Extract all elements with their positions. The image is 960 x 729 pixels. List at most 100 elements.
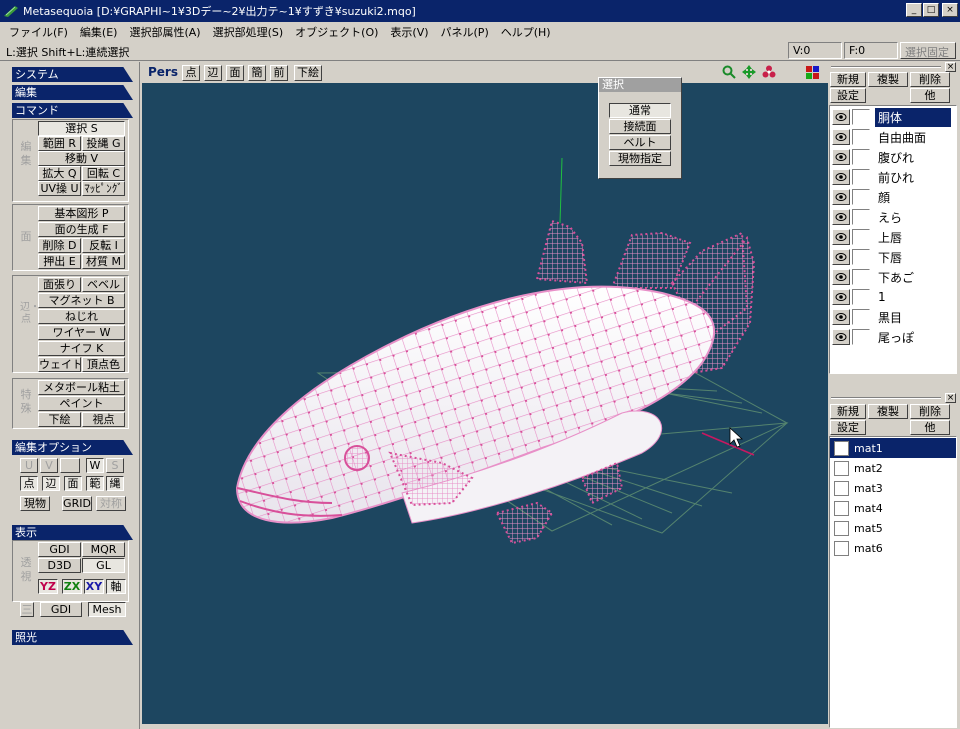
option-s-button[interactable]: S (106, 458, 124, 473)
object-row[interactable]: えら (830, 207, 956, 227)
object-panel-grip[interactable] (831, 66, 941, 68)
object-row[interactable]: 下あご (830, 267, 956, 287)
mesh-button[interactable]: Mesh (88, 602, 126, 617)
visibility-eye-icon[interactable] (832, 289, 850, 305)
gl-button[interactable]: GL (82, 558, 125, 573)
invert-button[interactable]: 反転 I (82, 238, 125, 253)
magnet-button[interactable]: マグネット B (38, 293, 125, 308)
material-other-button[interactable]: 他 (910, 420, 950, 435)
visibility-eye-icon[interactable] (832, 149, 850, 165)
edit-options-header[interactable]: 編集オプション (12, 440, 133, 455)
weight-button[interactable]: ウェイト (38, 357, 81, 372)
lock-toggle[interactable] (852, 149, 870, 165)
visibility-eye-icon[interactable] (832, 249, 850, 265)
yz-plane-button[interactable]: YZ (38, 579, 58, 594)
paint-button[interactable]: ペイント (38, 396, 125, 411)
system-header[interactable]: システム (12, 67, 133, 82)
lasso-button[interactable]: 投縄 G (82, 136, 125, 151)
object-row[interactable]: 顔 (830, 187, 956, 207)
object-duplicate-button[interactable]: 複製 (868, 72, 908, 87)
view-underlay-button[interactable]: 下絵 (294, 65, 322, 81)
option-v-button[interactable]: V (40, 458, 58, 473)
mqr-button[interactable]: MQR (82, 542, 125, 557)
lock-toggle[interactable] (852, 249, 870, 265)
select-button[interactable]: 選択 S (38, 121, 125, 136)
object-row[interactable]: 黒目 (830, 307, 956, 327)
lighting-header[interactable]: 照光 (12, 630, 133, 645)
menu-selection-process[interactable]: 選択部処理(S) (207, 24, 290, 40)
material-duplicate-button[interactable]: 複製 (868, 404, 908, 419)
material-row[interactable]: mat6 (830, 538, 956, 558)
option-w-button[interactable]: W (86, 458, 104, 473)
visibility-eye-icon[interactable] (832, 309, 850, 325)
face-generate-button[interactable]: 面の生成 F (38, 222, 125, 237)
visibility-eye-icon[interactable] (832, 329, 850, 345)
scale-button[interactable]: 拡大 Q (38, 166, 81, 181)
view-edge-button[interactable]: 辺 (204, 65, 222, 81)
lock-toggle[interactable] (852, 189, 870, 205)
visibility-eye-icon[interactable] (832, 209, 850, 225)
metaball-button[interactable]: メタボール粘土 (38, 380, 125, 395)
primitive-button[interactable]: 基本図形 P (38, 206, 125, 221)
option-blank-button[interactable] (60, 458, 80, 473)
material-row[interactable]: mat3 (830, 478, 956, 498)
rotate-button[interactable]: 回転 C (82, 166, 125, 181)
lock-toggle[interactable] (852, 209, 870, 225)
object-row[interactable]: 上唇 (830, 227, 956, 247)
object-row[interactable]: 腹びれ (830, 147, 956, 167)
rotate-view-icon[interactable] (762, 65, 776, 79)
menu-view[interactable]: 表示(V) (384, 24, 434, 40)
xy-plane-button[interactable]: XY (84, 579, 104, 594)
lock-toggle[interactable] (852, 309, 870, 325)
tri-view-button[interactable]: 三 (20, 602, 34, 617)
material-row[interactable]: mat5 (830, 518, 956, 538)
material-panel-close-icon[interactable]: × (945, 393, 956, 403)
3d-viewport[interactable] (142, 83, 828, 724)
metasequoia-app-icon[interactable] (3, 4, 19, 18)
material-row[interactable]: mat2 (830, 458, 956, 478)
view-face-button[interactable]: 面 (226, 65, 244, 81)
face-stretch-button[interactable]: 面張り (38, 277, 81, 292)
move-button[interactable]: 移動 V (38, 151, 125, 166)
select-lock-button[interactable]: 選択固定 (900, 42, 956, 59)
axis-button[interactable]: 軸 (106, 579, 126, 594)
lock-toggle[interactable] (852, 109, 870, 125)
visibility-eye-icon[interactable] (832, 189, 850, 205)
lock-toggle[interactable] (852, 129, 870, 145)
extrude-button[interactable]: 押出 E (38, 254, 81, 269)
bevel-button[interactable]: ベベル (82, 277, 125, 292)
menu-object[interactable]: オブジェクト(O) (289, 24, 384, 40)
view-point-button[interactable]: 点 (182, 65, 200, 81)
lock-toggle[interactable] (852, 229, 870, 245)
object-panel-close-icon[interactable]: × (945, 62, 956, 72)
option-lasso-button[interactable]: 縄 (106, 476, 124, 491)
option-edge-button[interactable]: 辺 (42, 476, 60, 491)
knife-button[interactable]: ナイフ K (38, 341, 125, 356)
lock-toggle[interactable] (852, 289, 870, 305)
view-front-button[interactable]: 前 (270, 65, 288, 81)
mapping-button[interactable]: ﾏｯﾋﾟﾝｸﾞ (82, 181, 125, 196)
option-current-button[interactable]: 現物 (20, 496, 50, 511)
visibility-eye-icon[interactable] (832, 269, 850, 285)
display-header[interactable]: 表示 (12, 525, 133, 540)
select-connected-button[interactable]: 接続面 (609, 119, 671, 134)
underlay-button[interactable]: 下絵 (38, 412, 81, 427)
material-button[interactable]: 材質 M (82, 254, 125, 269)
pan-icon[interactable] (742, 65, 756, 79)
object-row[interactable]: 尾っぽ (830, 327, 956, 347)
vertex-color-button[interactable]: 頂点色 (82, 357, 125, 372)
option-point-button[interactable]: 点 (20, 476, 38, 491)
menu-panel[interactable]: パネル(P) (435, 24, 495, 40)
select-normal-button[interactable]: 通常 (609, 103, 671, 118)
d3d-button[interactable]: D3D (38, 558, 81, 573)
gdi-button-2[interactable]: GDI (40, 602, 82, 617)
material-settings-button[interactable]: 設定 (830, 420, 866, 435)
object-row[interactable]: 胴体 (830, 107, 956, 127)
option-face-button[interactable]: 面 (64, 476, 82, 491)
lock-toggle[interactable] (852, 329, 870, 345)
visibility-eye-icon[interactable] (832, 229, 850, 245)
object-row[interactable]: 1 (830, 287, 956, 307)
wire-button[interactable]: ワイヤー W (38, 325, 125, 340)
zx-plane-button[interactable]: ZX (62, 579, 82, 594)
gdi-button[interactable]: GDI (38, 542, 81, 557)
